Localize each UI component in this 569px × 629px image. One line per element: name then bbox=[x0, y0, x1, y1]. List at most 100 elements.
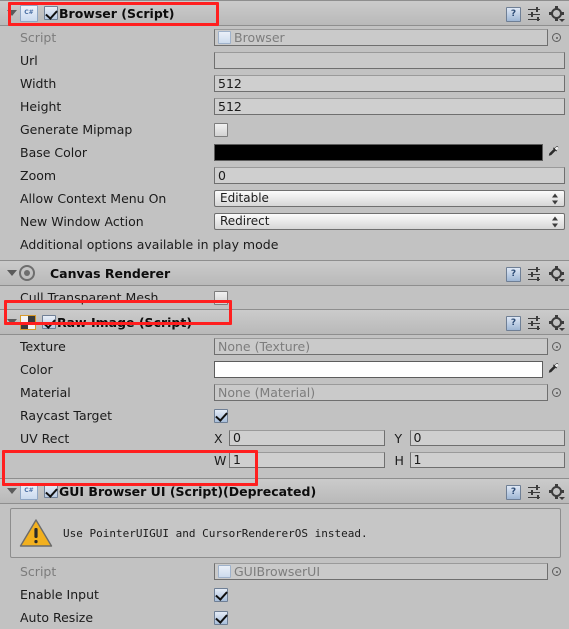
row-label-texture: Texture bbox=[20, 339, 66, 354]
component-title-gui-browser-ui: GUI Browser UI (Script) bbox=[59, 483, 224, 499]
component-header-actions-browser: ? bbox=[506, 1, 565, 27]
component-header-gui-browser-ui[interactable]: C# GUI Browser UI (Script) (Deprecated) … bbox=[0, 478, 569, 504]
row-generate-mipmap: Generate Mipmap bbox=[0, 118, 569, 141]
row-label-allow-context-menu-on: Allow Context Menu On bbox=[20, 191, 167, 206]
texture-object-value: None (Texture) bbox=[218, 339, 311, 354]
component-enabled-checkbox-gui-browser-ui[interactable] bbox=[44, 484, 58, 498]
help-icon[interactable]: ? bbox=[506, 266, 521, 282]
deprecation-warning-box: Use PointerUIGUI and CursorRendererOS in… bbox=[10, 508, 561, 558]
row-label-uv-rect: UV Rect bbox=[20, 430, 70, 446]
component-title-browser: Browser (Script) bbox=[59, 5, 175, 21]
row-label-url: Url bbox=[20, 53, 38, 68]
uv-rect-w-label: W bbox=[214, 452, 227, 468]
preset-icon[interactable] bbox=[528, 484, 543, 500]
uv-rect-w-input[interactable]: 1 bbox=[229, 452, 385, 468]
warning-icon bbox=[19, 518, 53, 548]
allow-context-menu-on-dropdown[interactable]: Editable bbox=[214, 190, 565, 207]
new-window-action-value: Redirect bbox=[220, 214, 270, 228]
zoom-input[interactable]: 0 bbox=[214, 167, 565, 184]
gui-script-object-value: GUIBrowserUI bbox=[234, 564, 321, 579]
row-label-base-color: Base Color bbox=[20, 145, 88, 160]
uv-rect-x-label: X bbox=[214, 430, 223, 446]
object-picker-icon[interactable] bbox=[548, 33, 565, 42]
color-swatch[interactable] bbox=[214, 361, 543, 378]
row-width: Width 512 bbox=[0, 72, 569, 95]
eyedropper-icon[interactable] bbox=[543, 145, 565, 160]
object-picker-icon[interactable] bbox=[548, 567, 565, 576]
checker-texture-icon bbox=[20, 314, 36, 330]
component-enabled-checkbox-browser[interactable] bbox=[44, 6, 58, 20]
uv-rect-h-input[interactable]: 1 bbox=[409, 452, 565, 468]
gear-icon[interactable] bbox=[549, 5, 565, 22]
row-label-height: Height bbox=[20, 99, 62, 114]
row-uv-rect-xy: UV Rect X 0 Y 0 bbox=[0, 427, 569, 449]
object-picker-icon[interactable] bbox=[548, 342, 565, 351]
component-header-raw-image[interactable]: Raw Image (Script) ? bbox=[0, 309, 569, 335]
row-enable-input: Enable Input bbox=[0, 583, 569, 606]
eyedropper-icon[interactable] bbox=[543, 362, 565, 377]
url-input[interactable] bbox=[214, 52, 565, 69]
row-texture: Texture None (Texture) bbox=[0, 335, 569, 358]
script-asset-icon bbox=[218, 565, 231, 578]
allow-context-menu-on-value: Editable bbox=[220, 191, 269, 205]
uv-rect-y-input[interactable]: 0 bbox=[409, 430, 565, 446]
row-material: Material None (Material) bbox=[0, 381, 569, 404]
script-object-field[interactable]: Browser bbox=[214, 29, 548, 46]
row-auto-resize: Auto Resize bbox=[0, 606, 569, 629]
component-title-raw-image: Raw Image (Script) bbox=[57, 314, 193, 330]
row-script: Script Browser bbox=[0, 26, 569, 49]
foldout-arrow-canvas-renderer[interactable] bbox=[4, 260, 19, 286]
preset-icon[interactable] bbox=[528, 315, 543, 331]
material-object-value: None (Material) bbox=[218, 385, 316, 400]
height-input[interactable]: 512 bbox=[214, 98, 565, 115]
raycast-target-checkbox[interactable] bbox=[214, 408, 228, 423]
canvas-renderer-icon bbox=[19, 265, 35, 281]
width-input[interactable]: 512 bbox=[214, 75, 565, 92]
component-header-canvas-renderer[interactable]: Canvas Renderer ? bbox=[0, 260, 569, 286]
deprecation-warning-text: Use PointerUIGUI and CursorRendererOS in… bbox=[63, 526, 368, 540]
gear-icon[interactable] bbox=[549, 483, 565, 500]
component-header-browser[interactable]: C# Browser (Script) ? bbox=[0, 0, 569, 26]
row-label-enable-input: Enable Input bbox=[20, 587, 99, 602]
preset-icon[interactable] bbox=[528, 6, 543, 22]
script-object-value: Browser bbox=[234, 30, 285, 45]
row-new-window-action: New Window Action Redirect bbox=[0, 210, 569, 233]
new-window-action-dropdown[interactable]: Redirect bbox=[214, 213, 565, 230]
help-icon[interactable]: ? bbox=[506, 315, 521, 331]
csharp-script-icon: C# bbox=[20, 4, 38, 22]
auto-resize-checkbox[interactable] bbox=[214, 610, 228, 625]
gui-script-object-field[interactable]: GUIBrowserUI bbox=[214, 563, 548, 580]
script-asset-icon bbox=[218, 31, 231, 44]
row-label-script: Script bbox=[20, 30, 57, 45]
gear-icon[interactable] bbox=[549, 265, 565, 282]
foldout-arrow-gui-browser-ui[interactable] bbox=[4, 478, 19, 504]
enable-input-checkbox[interactable] bbox=[214, 587, 228, 602]
preset-icon[interactable] bbox=[528, 266, 543, 282]
row-label-raycast-target: Raycast Target bbox=[20, 408, 113, 423]
foldout-arrow-browser[interactable] bbox=[4, 0, 19, 26]
row-label-zoom: Zoom bbox=[20, 168, 57, 183]
foldout-arrow-raw-image[interactable] bbox=[4, 309, 19, 335]
csharp-script-icon: C# bbox=[20, 482, 38, 500]
object-picker-icon[interactable] bbox=[548, 388, 565, 397]
generate-mipmap-checkbox[interactable] bbox=[214, 122, 228, 137]
cull-transparent-mesh-checkbox[interactable] bbox=[214, 290, 228, 305]
row-label-color: Color bbox=[20, 362, 53, 377]
base-color-swatch[interactable] bbox=[214, 144, 543, 161]
component-enabled-checkbox-raw-image[interactable] bbox=[42, 315, 56, 329]
gear-icon[interactable] bbox=[549, 314, 565, 331]
texture-object-field[interactable]: None (Texture) bbox=[214, 338, 548, 355]
row-gui-script: Script GUIBrowserUI bbox=[0, 560, 569, 583]
row-raycast-target: Raycast Target bbox=[0, 404, 569, 427]
unity-inspector-panel: C# Browser (Script) ? Script Browser Url… bbox=[0, 0, 569, 625]
row-allow-context-menu-on: Allow Context Menu On Editable bbox=[0, 187, 569, 210]
help-icon[interactable]: ? bbox=[506, 484, 521, 500]
uv-rect-x-input[interactable]: 0 bbox=[229, 430, 385, 446]
row-label-generate-mipmap: Generate Mipmap bbox=[20, 122, 133, 137]
material-object-field[interactable]: None (Material) bbox=[214, 384, 548, 401]
uv-rect-h-label: H bbox=[394, 452, 404, 468]
row-uv-rect-wh: W 1 H 1 bbox=[0, 449, 569, 471]
component-header-actions-canvas-renderer: ? bbox=[506, 261, 565, 287]
help-icon[interactable]: ? bbox=[506, 6, 521, 22]
row-color: Color bbox=[0, 358, 569, 381]
